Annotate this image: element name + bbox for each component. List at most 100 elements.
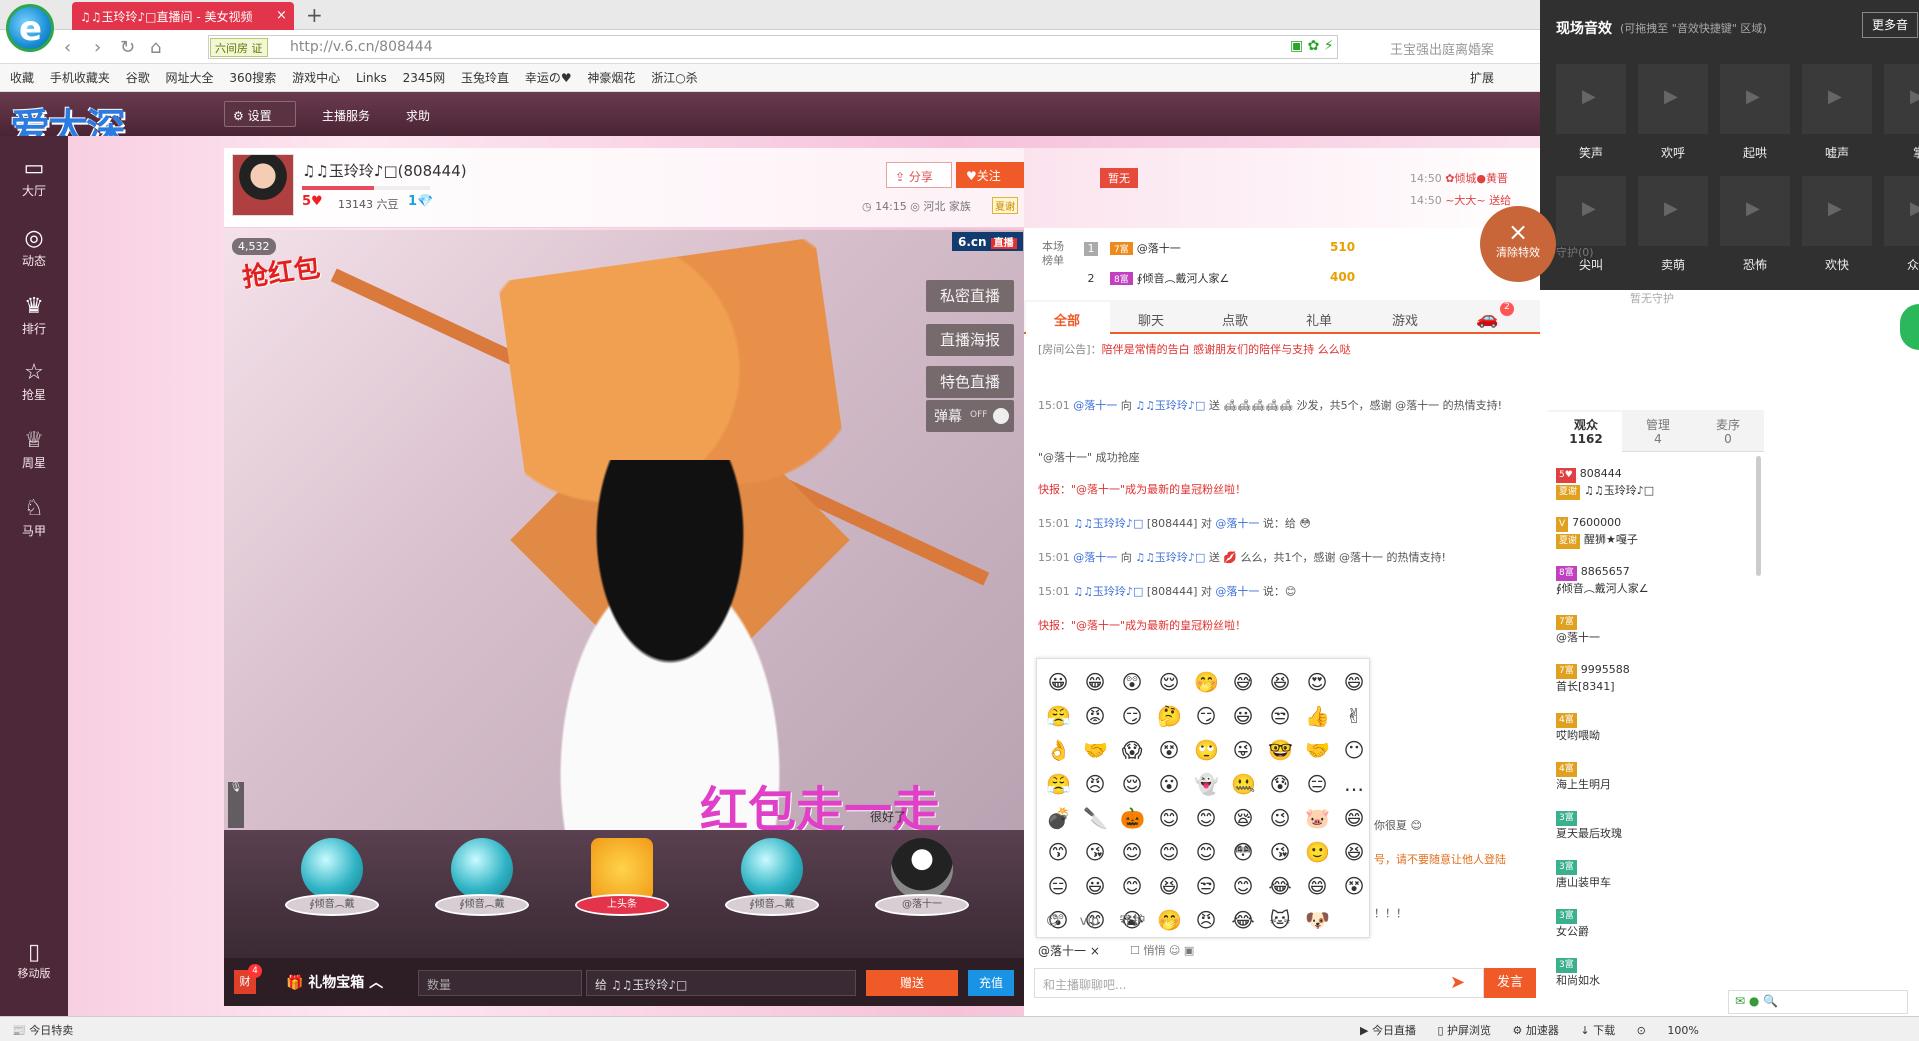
tab-chat[interactable]: 聊天 (1138, 310, 1164, 329)
bookmark-item[interactable]: 幸运の♥ (525, 71, 572, 85)
emoji-item[interactable]: 😲 (1120, 670, 1144, 694)
sofa-seat[interactable]: @落十一 (872, 838, 972, 938)
bookmark-item[interactable]: 谷歌 (126, 71, 150, 85)
sofa-seat[interactable]: ∮倾音︵戴 (282, 838, 382, 938)
emoji-item[interactable]: 😶 (1342, 738, 1366, 762)
emoji-item[interactable]: 😁 (1083, 670, 1107, 694)
emoji-item[interactable]: 😊 (1157, 806, 1181, 830)
emoji-item[interactable]: 😠 (1194, 908, 1218, 932)
daily-deals-link[interactable]: 📰 今日特卖 (12, 1022, 73, 1038)
refresh-icon[interactable]: ↻ (120, 37, 135, 58)
follow-button[interactable]: ♥关注 (956, 162, 1024, 188)
car-icon[interactable]: 🚗 (1476, 308, 1498, 329)
audience-member[interactable]: V 7600000 夏谢 醒狮★嘎子 (1556, 515, 1638, 549)
emoji-item[interactable]: 😳 (1231, 840, 1255, 864)
forward-icon[interactable]: › (94, 37, 101, 58)
emoji-item[interactable]: 😏 (1120, 704, 1144, 728)
gift-box-button[interactable]: 🎁 礼物宝箱 ︿ (286, 972, 383, 992)
emoji-item[interactable]: 💣 (1046, 806, 1071, 830)
emoji-item[interactable]: 😑 (1305, 772, 1329, 796)
effect-play-icon[interactable] (1556, 176, 1626, 246)
emoji-item[interactable]: 😮 (1157, 772, 1181, 796)
emoji-item[interactable]: 😄 (1342, 670, 1366, 694)
recipient-select[interactable]: 给 ♫♫玉玲玲♪□ (586, 970, 856, 996)
emoji-item[interactable]: 😃 (1231, 704, 1255, 728)
back-icon[interactable]: ‹ (64, 37, 71, 58)
bookmark-item[interactable]: 玉兔玲直 (461, 71, 509, 85)
tab-games[interactable]: 游戏 (1392, 310, 1418, 329)
rank-label[interactable]: 本场榜单 (1042, 240, 1072, 268)
emoji-item[interactable]: 😄 (1342, 806, 1366, 830)
emoji-item[interactable]: 😂 (1268, 874, 1292, 898)
send-gift-button[interactable]: 赠送 (866, 970, 958, 996)
live-poster-button[interactable]: 直播海报 (926, 324, 1014, 356)
nav-weekly-star[interactable]: ♕ 周星 (0, 428, 68, 471)
effect-play-icon[interactable] (1884, 64, 1919, 134)
settings-button[interactable]: ⚙ 设置 (224, 101, 296, 127)
emoji-item[interactable]: 😌 (1120, 772, 1144, 796)
emoji-item[interactable]: 😒 (1268, 704, 1292, 728)
clear-effects-button[interactable]: × 清除特效 (1480, 206, 1556, 282)
emoji-item[interactable]: 😊 (1194, 840, 1218, 864)
tab-close-icon[interactable]: × (276, 8, 287, 23)
eye-protect-toggle[interactable]: ▯ 护屏浏览 (1437, 1024, 1491, 1037)
emoji-item[interactable]: 😏 (1194, 704, 1218, 728)
sound-icon[interactable]: ⊙ (1637, 1024, 1646, 1037)
audience-member[interactable]: 7富 9995588 首长[8341] (1556, 662, 1630, 694)
emoji-item[interactable]: 🔪 (1083, 806, 1108, 830)
rank-row[interactable]: 1 7富 @落十一 (1084, 240, 1181, 256)
chat-target[interactable]: @落十一 × (1038, 942, 1100, 959)
emoji-item[interactable]: 👻 (1194, 772, 1219, 796)
emoji-item[interactable]: 😒 (1194, 874, 1218, 898)
effect-play-icon[interactable] (1720, 176, 1790, 246)
mini-toolbar[interactable]: ✉ ● 🔍 (1728, 990, 1908, 1014)
bookmark-item[interactable]: 手机收藏夹 (50, 71, 110, 85)
emoji-item[interactable]: 😊 (1157, 840, 1181, 864)
send-message-button[interactable]: 发言 (1484, 968, 1536, 998)
rank-row[interactable]: 2 8富 ∮倾音︵戴河人家∠ (1084, 270, 1229, 286)
nav-ranking[interactable]: ♛ 排行 (0, 294, 68, 337)
emoji-item[interactable]: 😊 (1231, 874, 1255, 898)
emoji-item[interactable]: 👌 (1046, 738, 1071, 762)
emoji-item[interactable]: 🤐 (1231, 772, 1256, 796)
emoji-item[interactable]: 😂 (1231, 908, 1255, 932)
audience-member[interactable]: 4富 哎哟喂呦 (1556, 711, 1600, 743)
audience-member[interactable]: 5♥ 808444 夏谢 ♫♫玉玲玲♪□ (1556, 466, 1654, 500)
bookmark-item[interactable]: 2345网 (403, 71, 446, 85)
emoji-item[interactable]: 😃 (1083, 874, 1107, 898)
emoji-item[interactable]: 😜 (1231, 738, 1255, 762)
browser-tab-active[interactable]: ♫♫玉玲玲♪□直播间 - 美女视频 (72, 2, 294, 30)
family-badge[interactable]: 夏谢 (992, 197, 1018, 214)
emoji-item[interactable]: 😠 (1083, 772, 1107, 796)
target-close-icon[interactable]: × (1090, 944, 1100, 958)
bookmark-item[interactable]: 神豪烟花 (587, 71, 635, 85)
effect-play-icon[interactable] (1802, 64, 1872, 134)
nav-grab-star[interactable]: ☆ 抢星 (0, 360, 68, 403)
emoji-item[interactable]: 😊 (1120, 840, 1144, 864)
emoji-item[interactable]: 😆 (1157, 874, 1181, 898)
effect-play-icon[interactable] (1884, 176, 1919, 246)
search-box[interactable]: 王宝强出庭离婚案 (1390, 39, 1494, 58)
emoji-item[interactable]: 🤔 (1157, 704, 1182, 728)
mobile-version-button[interactable]: ▯ 移动版 (0, 940, 68, 981)
emoji-item[interactable]: 😘 (1083, 840, 1107, 864)
emoji-item[interactable]: 😀 (1046, 670, 1070, 694)
audience-member[interactable]: 8富 8865657 ∮倾音︵戴河人家∠ (1556, 564, 1649, 596)
share-button[interactable]: ⇪ 分享 (886, 162, 952, 188)
effect-play-icon[interactable] (1638, 176, 1708, 246)
headline-button[interactable]: 上头条 (572, 838, 672, 938)
emoji-item[interactable]: 😘 (1268, 840, 1292, 864)
emoji-item[interactable]: 🙂 (1305, 840, 1330, 864)
tab-all[interactable]: 全部 (1054, 310, 1080, 329)
effect-play-icon[interactable] (1638, 64, 1708, 134)
emoji-tab-vip[interactable]: vip (1080, 914, 1100, 929)
anchor-avatar[interactable] (232, 154, 294, 216)
nav-vest[interactable]: ♘ 马甲 (0, 496, 68, 539)
chat-input[interactable]: 和主播聊聊吧... (1034, 968, 1484, 998)
audience-scrollbar[interactable] (1756, 456, 1761, 576)
emoji-item[interactable]: 🤭 (1194, 670, 1219, 694)
emoji-item[interactable]: 🤓 (1268, 738, 1293, 762)
emoji-item[interactable]: 😌 (1157, 670, 1181, 694)
download-button[interactable]: ↓ 下载 (1580, 1024, 1615, 1037)
paper-plane-icon[interactable]: ➤ (1450, 972, 1465, 993)
